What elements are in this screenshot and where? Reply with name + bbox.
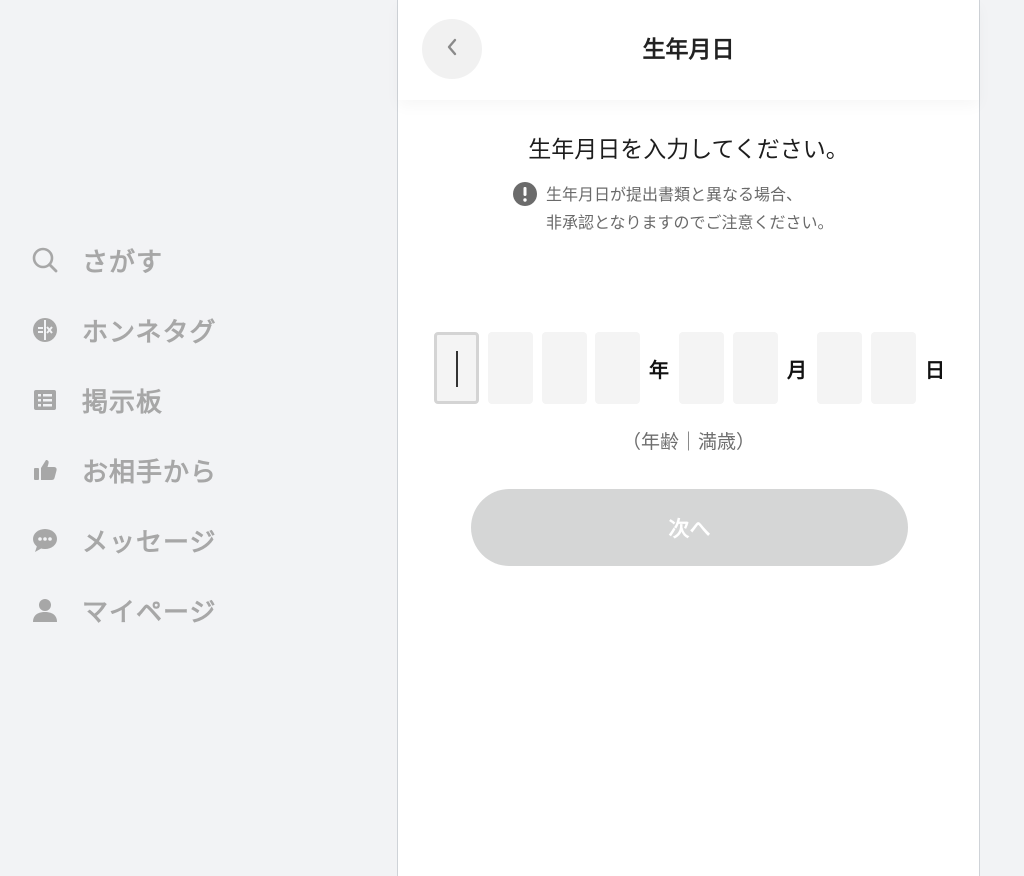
page-title: 生年月日 [642, 37, 735, 63]
birthdate-input: 年 月 日 [398, 332, 979, 404]
nav-label-mypage: マイページ [82, 597, 217, 628]
header: 生年月日 [398, 0, 979, 100]
nav-item-mypage[interactable]: マイページ [30, 590, 216, 630]
nav-item-board[interactable]: 掲示板 [30, 380, 163, 420]
year-digit-1[interactable] [434, 332, 479, 404]
year-digit-4[interactable] [595, 332, 640, 404]
instruction-text: 生年月日を入力してください。 [528, 137, 849, 163]
chat-bubble-icon [30, 525, 60, 555]
day-digit-1[interactable] [817, 332, 862, 404]
nav-item-messages[interactable]: メッセージ [30, 520, 216, 560]
next-button[interactable]: 次へ [471, 489, 908, 566]
nav-label-messages: メッセージ [82, 527, 217, 558]
thumbs-up-icon [30, 455, 60, 485]
month-digit-1[interactable] [679, 332, 724, 404]
nav-label-likes: お相手から [82, 457, 218, 488]
notice-text: 生年月日が提出書類と異なる場合、 非承認となりますのでご注意ください。 [546, 181, 834, 237]
nav-item-search[interactable]: さがす [30, 240, 163, 280]
notice-line-1: 生年月日が提出書類と異なる場合、 [546, 185, 803, 204]
text-caret [456, 351, 458, 387]
month-unit-label: 月 [787, 358, 807, 382]
board-icon [30, 385, 60, 415]
person-icon [30, 595, 60, 625]
day-unit-label: 日 [925, 358, 945, 382]
year-digit-2[interactable] [488, 332, 533, 404]
nav-item-honne-tag[interactable]: ホンネタグ [30, 310, 216, 350]
year-unit-label: 年 [649, 358, 669, 382]
age-display: （年齢｜満歳） [621, 431, 755, 453]
nav-label-honne-tag: ホンネタグ [82, 317, 217, 348]
year-digit-3[interactable] [542, 332, 587, 404]
sidebar: さがす ホンネタグ 掲示板 お相手から メッセージ マイページ [0, 0, 397, 876]
birthdate-panel: 生年月日 生年月日を入力してください。 生年月日が提出書類と異なる場合、 非承認… [397, 0, 980, 876]
tag-icon [30, 315, 60, 345]
search-icon [30, 245, 60, 275]
notice-line-2: 非承認となりますのでご注意ください。 [546, 213, 834, 232]
nav-label-board: 掲示板 [82, 387, 164, 418]
nav-item-likes[interactable]: お相手から [30, 450, 217, 490]
day-digit-2[interactable] [871, 332, 916, 404]
exclamation-icon [513, 182, 537, 206]
month-digit-2[interactable] [733, 332, 778, 404]
nav-label-search: さがす [82, 247, 164, 278]
